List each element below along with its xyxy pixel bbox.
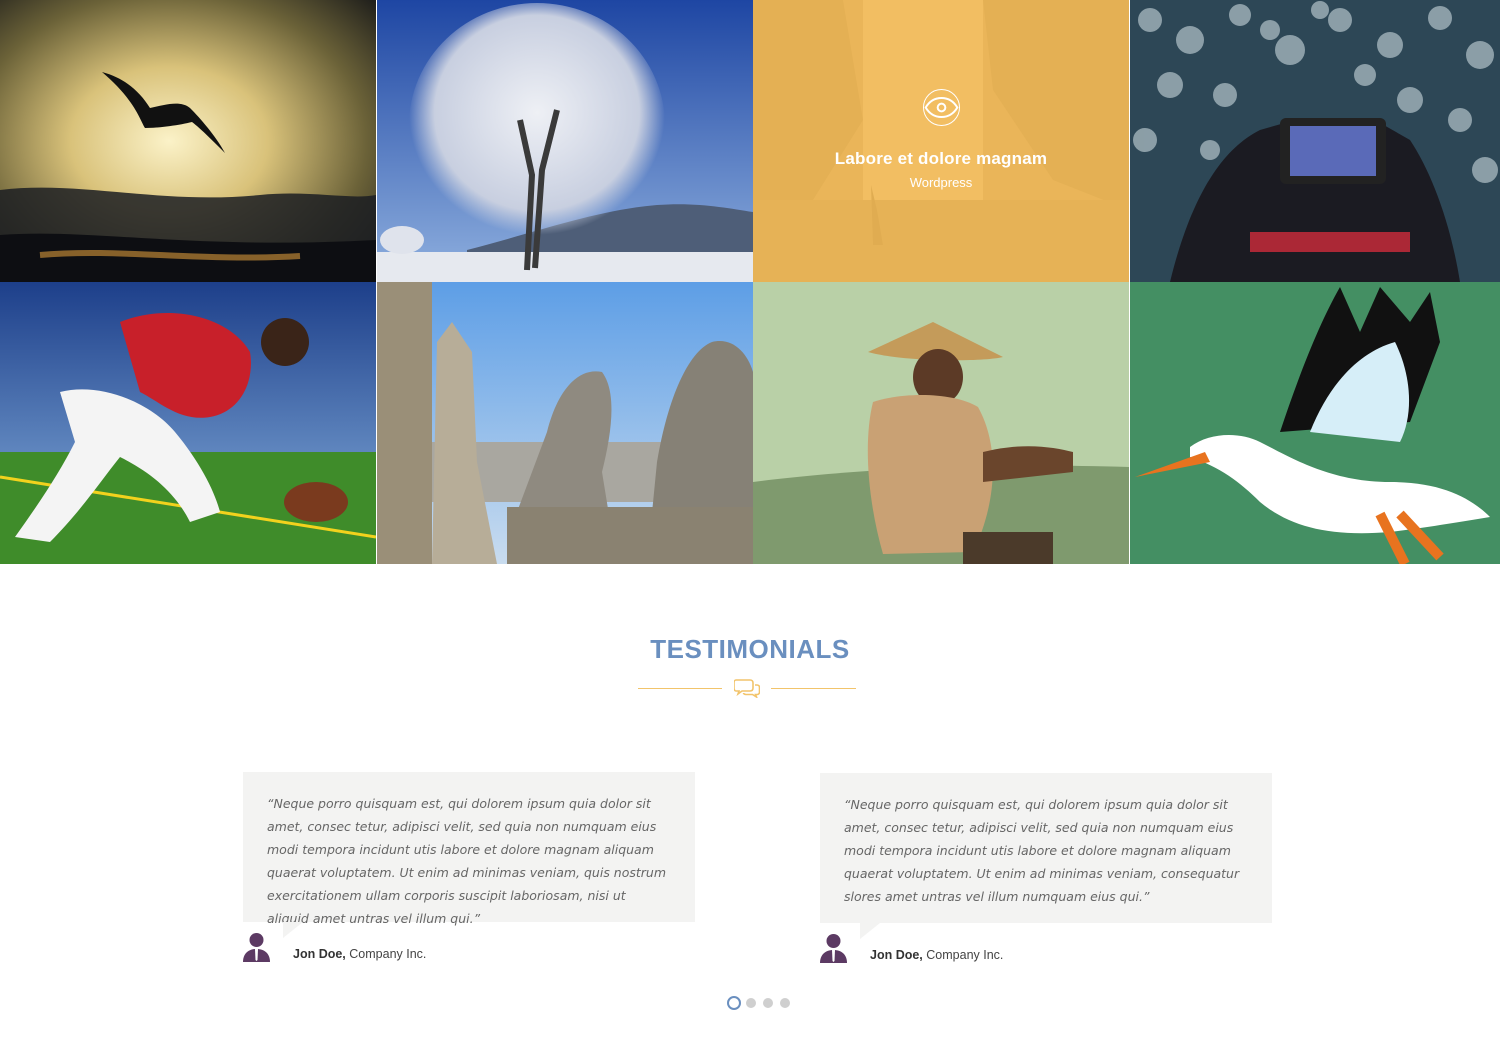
testimonial-quote: “Neque porro quisquam est, qui dolorem i… (844, 797, 1240, 904)
testimonial-card: “Neque porro quisquam est, qui dolorem i… (820, 773, 1272, 939)
pagination-dot-3[interactable] (763, 998, 773, 1008)
camera-bokeh-image (1130, 0, 1500, 282)
eye-icon (924, 96, 958, 119)
testimonial-author: Jon Doe, Company Inc. (820, 933, 1003, 963)
user-avatar-icon (820, 934, 847, 963)
chat-bubbles-icon (734, 679, 760, 698)
portfolio-item-bird-sunset[interactable] (0, 0, 376, 282)
portfolio-item-waterfall-hiker[interactable]: Labore et dolore magnam Wordpress (753, 0, 1129, 282)
author-name: Jon Doe, (293, 947, 346, 961)
author-company: Company Inc. (922, 948, 1004, 962)
divider-line-left (638, 688, 722, 689)
gargoyle-paris-image (377, 282, 753, 564)
author-company: Company Inc. (345, 947, 427, 961)
frosted-tree-image (377, 0, 753, 282)
pagination-dot-4[interactable] (780, 998, 790, 1008)
portfolio-item-stork-illustration[interactable] (1130, 282, 1500, 564)
portfolio-item-frosted-tree[interactable] (377, 0, 753, 282)
man-conical-hat-image (753, 282, 1129, 564)
testimonial-pagination (727, 996, 797, 1010)
author-credit: Jon Doe, Company Inc. (293, 947, 426, 961)
user-avatar-icon (243, 933, 270, 962)
stork-illustration-image (1130, 282, 1500, 564)
testimonial-author: Jon Doe, Company Inc. (243, 932, 426, 962)
section-divider (638, 678, 856, 700)
testimonials-title: TESTIMONIALS (650, 634, 850, 664)
author-credit: Jon Doe, Company Inc. (870, 948, 1003, 962)
author-name: Jon Doe, (870, 948, 923, 962)
portfolio-item-title[interactable]: Labore et dolore magnam (835, 149, 1047, 169)
testimonial-card: “Neque porro quisquam est, qui dolorem i… (243, 772, 695, 938)
portfolio-item-football-player[interactable] (0, 282, 376, 564)
portfolio-item-category: Wordpress (909, 175, 973, 190)
portfolio-item-camera-bokeh[interactable] (1130, 0, 1500, 282)
bird-sunset-image (0, 0, 376, 282)
portfolio-grid: Labore et dolore magnam Wordpress (0, 0, 1500, 564)
divider-line-right (771, 688, 856, 689)
view-button[interactable] (922, 89, 960, 126)
portfolio-item-man-conical-hat[interactable] (753, 282, 1129, 564)
portfolio-item-gargoyle-paris[interactable] (377, 282, 753, 564)
pagination-dot-1[interactable] (727, 996, 741, 1010)
pagination-dot-2[interactable] (746, 998, 756, 1008)
football-player-image (0, 282, 376, 564)
testimonial-quote: “Neque porro quisquam est, qui dolorem i… (267, 796, 667, 926)
portfolio-item-overlay: Labore et dolore magnam Wordpress (753, 0, 1129, 282)
